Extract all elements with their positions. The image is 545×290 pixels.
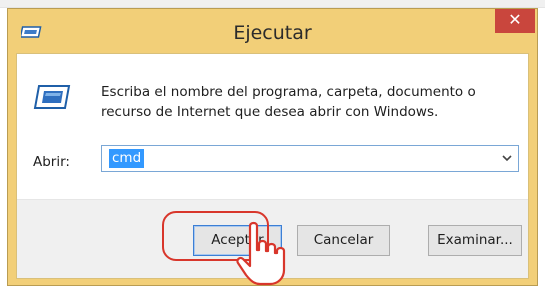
description-line-1: Escriba el nombre del programa, carpeta,… xyxy=(101,84,476,100)
description-line-2: recurso de Internet que desea abrir con … xyxy=(101,104,439,120)
title-bar[interactable]: Ejecutar ✕ xyxy=(8,9,537,53)
close-icon: ✕ xyxy=(508,10,522,29)
dialog-description: Escriba el nombre del programa, carpeta,… xyxy=(101,82,511,122)
page-background-strip xyxy=(0,0,545,8)
browse-button[interactable]: Examinar... xyxy=(428,225,522,256)
window-title: Ejecutar xyxy=(233,22,312,44)
open-combobox[interactable]: cmd xyxy=(101,145,519,172)
open-input-value[interactable]: cmd xyxy=(109,149,145,168)
hand-pointer-icon xyxy=(236,221,286,286)
chevron-down-icon[interactable] xyxy=(500,151,514,165)
close-button[interactable]: ✕ xyxy=(495,9,535,33)
run-dialog-icon xyxy=(33,85,71,109)
cancel-button[interactable]: Cancelar xyxy=(297,225,390,256)
open-label: Abrir: xyxy=(33,154,70,170)
